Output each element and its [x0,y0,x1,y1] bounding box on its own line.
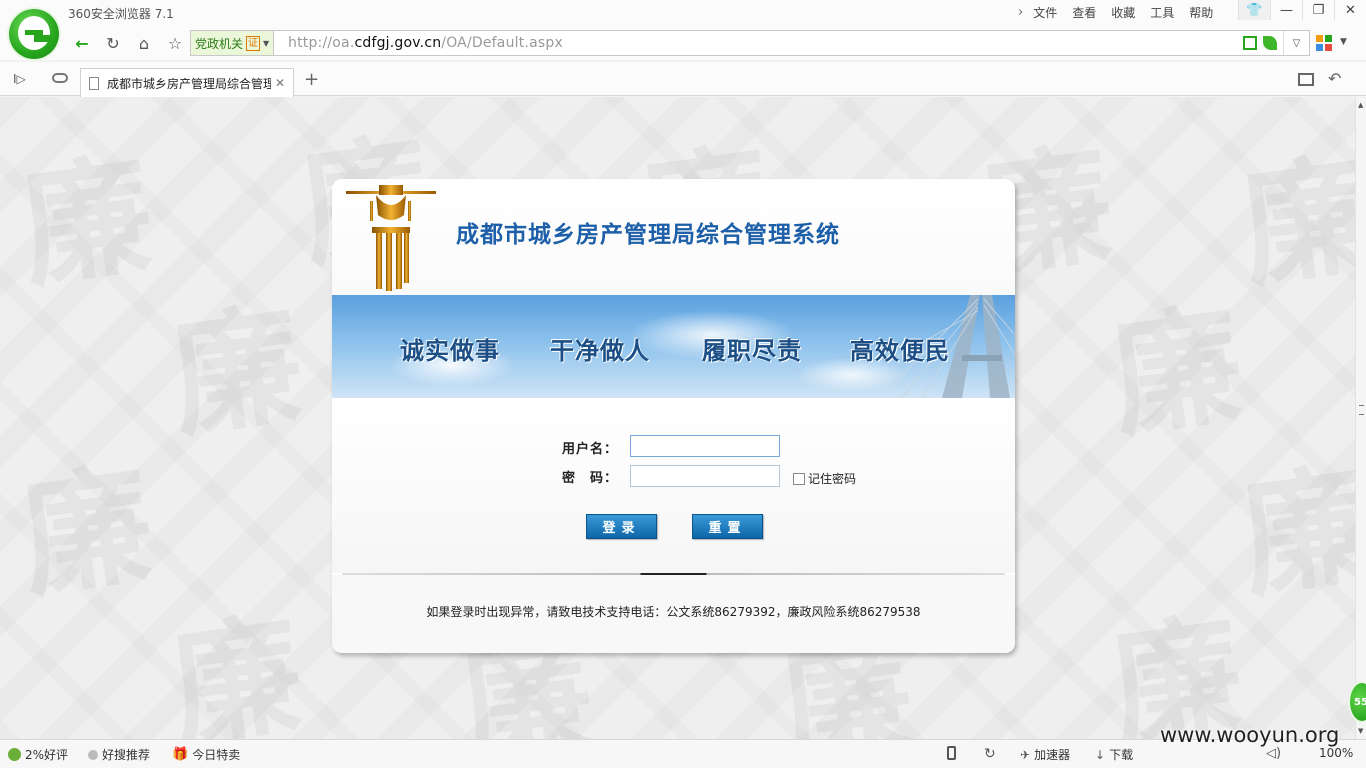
browser-logo-icon[interactable] [9,9,59,59]
menu-view[interactable]: 查看 [1072,4,1096,21]
close-button[interactable]: ✕ [1334,0,1366,20]
motto-2: 干净做人 [550,336,650,365]
sidebar-toggle-icon[interactable]: I▷ [13,72,26,86]
navigation-bar: ← ↻ ⌂ ☆ 党政机关 证 ▼ http://oa.cdfgj.gov.cn/… [0,28,1366,60]
qrcode-icon[interactable] [1243,36,1257,50]
menu-file[interactable]: 文件 [1033,4,1057,21]
tab-active[interactable]: 成都市城乡房产管理局综合管理系统 ✕ [80,68,294,97]
motto-banner: 诚实做事 干净做人 履职尽责 高效便民 [332,295,1015,398]
username-input[interactable] [630,435,780,457]
security-leaf-icon[interactable] [1263,36,1277,50]
site-watermark: www.wooyun.org [1160,723,1340,747]
home-button[interactable]: ⌂ [130,31,158,55]
vertical-scrollbar[interactable]: ▲ ▼ [1355,97,1366,739]
emblem-icon [346,185,436,291]
recommend-dot-icon [88,749,98,760]
document-icon [89,76,99,90]
url-prefix: http://oa. [288,35,355,51]
new-tab-button[interactable]: + [304,69,319,90]
chevron-right-icon[interactable]: › [1018,5,1023,20]
watermark: 廉 [1098,259,1253,463]
watermark: 廉 [158,259,313,463]
gift-icon: 🎁 [172,747,189,762]
undo-close-icon[interactable]: ↶ [1328,69,1341,88]
watermark: 廉 [1228,109,1355,313]
support-footer: 如果登录时出现异常，请致电技术支持电话：公文系统86279392，廉政风险系统8… [332,575,1015,653]
apple-icon [8,748,21,761]
cert-badge[interactable]: 党政机关 证 ▼ [191,31,275,55]
watermark: 廉 [158,569,313,739]
menu-tools[interactable]: 工具 [1150,4,1174,21]
phone-icon[interactable] [947,746,956,760]
daily-deal-item[interactable]: 🎁 今日特卖 [172,746,240,763]
chevron-down-icon[interactable]: ▼ [1340,37,1347,47]
cert-label: 党政机关 [195,36,244,51]
support-text: 如果登录时出现异常，请致电技术支持电话：公文系统86279392，廉政风险系统8… [426,605,921,619]
login-form: 用户名： 密 码： 记住密码 登录 重置 [332,398,1015,573]
app-name: 360安全浏览器 7.1 [68,7,174,21]
download-item[interactable]: ↓ 下载 [1095,746,1133,763]
window-controls: 👕 — ❐ ✕ [1238,0,1366,20]
daily-deal-text: 今日特卖 [192,748,241,762]
remember-password[interactable]: 记住密码 [793,470,856,487]
motto-4: 高效便民 [850,336,950,365]
refresh-status-icon[interactable]: ↻ [984,746,996,762]
scroll-down-icon[interactable]: ▼ [1358,727,1363,735]
zoom-text: 100% [1319,746,1354,760]
reset-button[interactable]: 重置 [692,514,763,539]
motto-1: 诚实做事 [400,336,500,365]
menu-help[interactable]: 帮助 [1189,4,1213,21]
menu-bar: › 文件 查看 收藏 工具 帮助 [1018,4,1228,21]
skin-icon[interactable]: 👕 [1238,0,1270,20]
password-label: 密 码： [562,471,619,486]
url-dropdown-icon[interactable]: ▽ [1283,31,1309,55]
refresh-button[interactable]: ↻ [99,31,127,55]
system-title: 成都市城乡房产管理局综合管理系统 [456,222,840,248]
motto-3: 履职尽责 [702,336,802,365]
scroll-up-icon[interactable]: ▲ [1358,101,1363,109]
login-panel: 成都市城乡房产管理局综合管理系统 诚实做事 干净做人 履职尽责 高效便民 用户名… [332,179,1015,653]
system-header: 成都市城乡房产管理局综合管理系统 [332,179,1015,295]
download-icon: ↓ [1095,747,1106,762]
tab-title: 成都市城乡房产管理局综合管理系统 [107,76,271,91]
password-input[interactable] [630,465,780,487]
username-label: 用户名： [562,442,619,457]
back-button[interactable]: ← [68,31,96,55]
watermark: 廉 [1228,419,1355,623]
url-path: /OA/Default.aspx [441,35,563,51]
recommend-item[interactable]: 好搜推荐 [88,746,150,763]
zoom-item[interactable]: 100% [1319,746,1353,760]
remember-label: 记住密码 [808,472,857,486]
watermark: 廉 [8,419,163,623]
tab-close-icon[interactable]: ✕ [275,76,285,90]
rating-text: 2%好评 [25,748,69,762]
tab-list-icon[interactable] [1298,73,1314,86]
maximize-button[interactable]: ❐ [1302,0,1334,20]
rating-item[interactable]: 2%好评 [8,746,68,763]
cloud-icon[interactable] [52,73,68,83]
tab-bar: I▷ 成都市城乡房产管理局综合管理系统 ✕ + ↶ [0,62,1366,97]
watermark: 廉 [8,109,163,313]
page-content: 廉 廉 廉 廉 廉 廉 廉 廉 廉 廉 廉 廉 廉 [0,97,1355,739]
address-bar[interactable]: 党政机关 证 ▼ http://oa.cdfgj.gov.cn/OA/Defau… [190,30,1310,56]
apps-grid-icon[interactable] [1316,35,1332,51]
url-text[interactable]: http://oa.cdfgj.gov.cn/OA/Default.aspx [288,35,563,51]
recommend-text: 好搜推荐 [102,748,151,762]
scroll-grip[interactable] [1359,405,1364,415]
rocket-icon: ✈ [1020,747,1031,762]
watermark: 廉 [1098,569,1253,739]
accelerator-item[interactable]: ✈ 加速器 [1020,746,1070,763]
minimize-button[interactable]: — [1270,0,1302,20]
login-button[interactable]: 登录 [586,514,657,539]
title-bar: 360安全浏览器 7.1 › 文件 查看 收藏 工具 帮助 👕 — ❐ ✕ [0,0,1366,28]
cert-mark: 证 [246,35,261,51]
chevron-down-icon: ▼ [263,38,270,48]
accelerator-text: 加速器 [1034,748,1071,762]
sound-icon[interactable]: ◁) [1266,746,1281,761]
menu-favorites[interactable]: 收藏 [1111,4,1135,21]
remember-checkbox[interactable] [793,472,805,485]
url-domain: cdfgj.gov.cn [354,35,442,51]
favorite-star-icon[interactable]: ☆ [161,31,189,55]
download-text: 下载 [1109,748,1134,762]
